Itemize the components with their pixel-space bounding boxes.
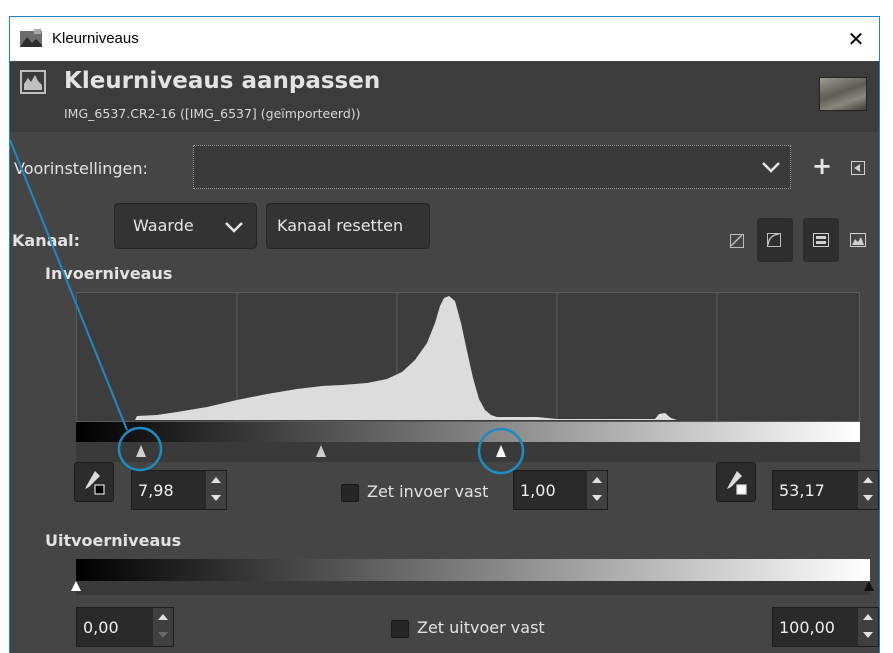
output-sliders-track[interactable] — [71, 581, 874, 595]
clamp-input-label: Zet invoer vast — [367, 482, 489, 501]
input-sliders-track[interactable] — [76, 442, 860, 462]
high-output-spinbutton[interactable]: 100,00 — [772, 607, 879, 647]
chevron-down-icon — [762, 154, 780, 178]
high-input-slider[interactable] — [496, 445, 506, 457]
title-bar: Kleurniveaus ✕ — [10, 17, 879, 61]
presets-label: Voorinstellingen: — [14, 159, 148, 178]
overlay-mode-icon — [813, 233, 829, 247]
eyedropper-black-icon — [85, 471, 105, 495]
output-levels-heading: Uitvoerniveaus — [45, 531, 182, 550]
clamp-output-checkbox[interactable] — [391, 620, 409, 638]
channel-dropdown[interactable]: Waarde — [114, 203, 257, 249]
low-output-spinbutton[interactable]: 0,00 — [76, 607, 174, 647]
input-histogram — [76, 292, 860, 422]
white-picker-button[interactable] — [716, 462, 756, 502]
histogram-icon — [20, 70, 46, 94]
low-output-slider[interactable] — [71, 581, 81, 591]
presets-combo[interactable] — [193, 145, 791, 189]
input-levels-heading: Invoerniveaus — [45, 264, 173, 283]
gamma-spinbutton[interactable]: 1,00 — [513, 470, 608, 510]
levels-dialog: Kleurniveaus ✕ Kleurniveaus aanpassen IM… — [9, 16, 880, 653]
chevron-down-icon — [225, 218, 243, 237]
high-output-slider[interactable] — [864, 581, 874, 591]
clamp-input-checkbox[interactable] — [341, 484, 359, 502]
image-subtitle: IMG_6537.CR2-16 ([IMG_6537] (geïmporteer… — [64, 106, 361, 121]
input-gradient — [76, 422, 860, 442]
eyedropper-white-icon — [727, 471, 747, 495]
channel-label: Kanaal: — [12, 231, 81, 250]
linear-histogram-icon[interactable] — [730, 234, 744, 248]
gamma-slider[interactable] — [316, 445, 326, 457]
dialog-title: Kleurniveaus aanpassen — [64, 68, 381, 94]
plus-icon[interactable]: + — [812, 152, 832, 180]
channel-value: Waarde — [133, 216, 194, 235]
close-icon[interactable]: ✕ — [833, 17, 879, 61]
black-picker-button[interactable] — [74, 462, 114, 502]
low-input-slider[interactable] — [136, 445, 146, 457]
histogram-view-icon[interactable] — [850, 233, 866, 247]
overlay-mode-button[interactable] — [803, 218, 839, 262]
image-thumbnail — [819, 77, 867, 111]
reset-channel-button[interactable]: Kanaal resetten — [266, 203, 430, 249]
low-input-spinbutton[interactable]: 7,98 — [131, 470, 227, 510]
app-icon — [20, 29, 42, 47]
output-gradient — [76, 559, 870, 581]
logarithmic-histogram-icon — [767, 233, 781, 247]
restore-icon[interactable] — [851, 161, 865, 175]
dialog-header: Kleurniveaus aanpassen IMG_6537.CR2-16 (… — [10, 62, 879, 132]
clamp-output-label: Zet uitvoer vast — [417, 618, 545, 637]
high-input-spinbutton[interactable]: 53,17 — [772, 470, 879, 510]
window-title: Kleurniveaus — [52, 30, 139, 47]
logarithmic-histogram-button[interactable] — [757, 218, 793, 262]
